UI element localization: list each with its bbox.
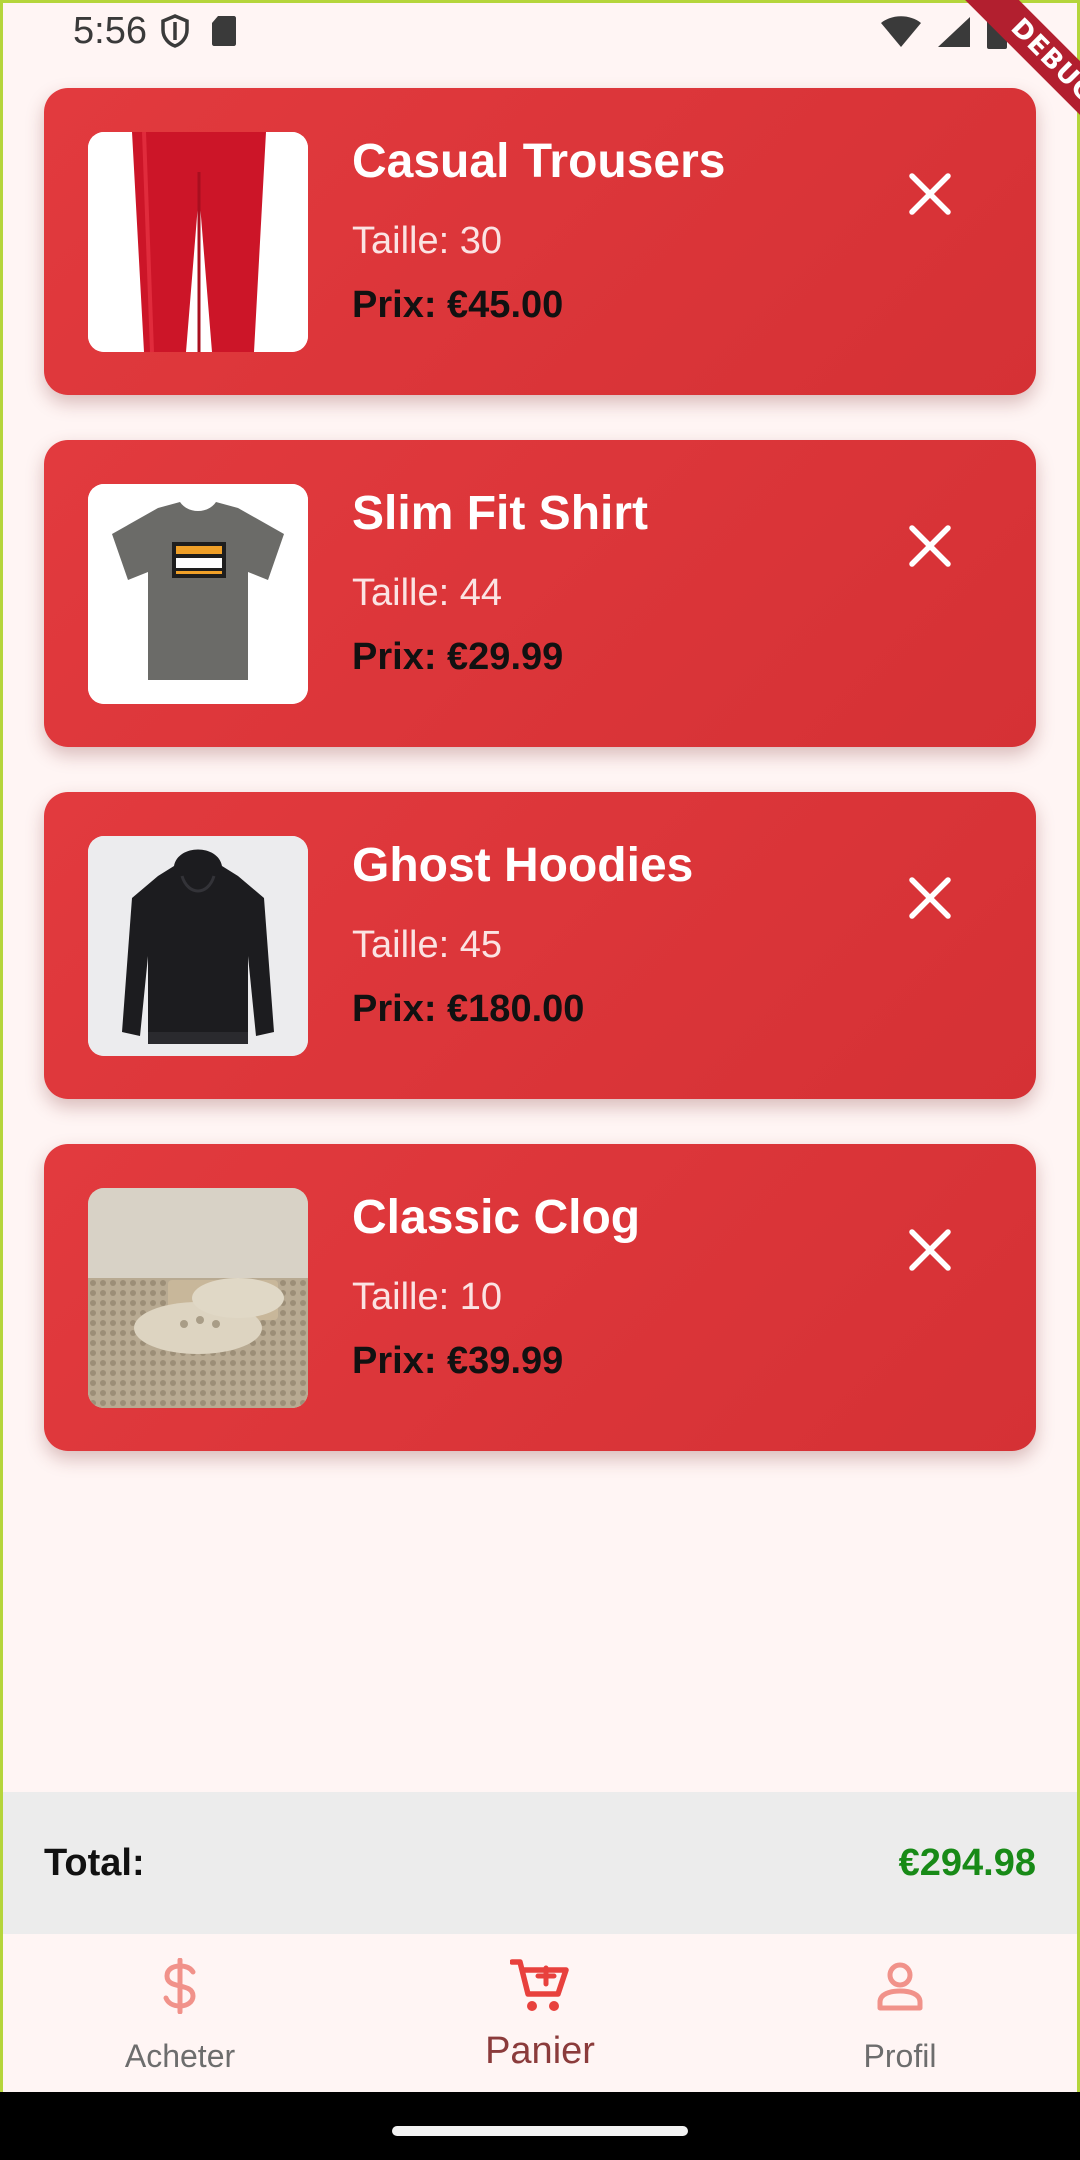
item-size: Taille: 30 <box>352 220 502 262</box>
close-icon <box>909 877 951 919</box>
nav-label-acheter: Acheter <box>124 2038 236 2074</box>
remove-item-button[interactable] <box>894 158 966 230</box>
item-price: Prix: €180.00 <box>352 988 585 1030</box>
status-bar: 5:56 <box>0 0 1080 66</box>
debug-label: DEBUG <box>958 0 1080 156</box>
remove-item-button[interactable] <box>894 1214 966 1286</box>
item-name: Ghost Hoodies <box>352 839 694 892</box>
item-size: Taille: 44 <box>352 572 502 614</box>
home-gesture-handle[interactable] <box>392 2126 688 2136</box>
product-image-shirt <box>88 484 308 704</box>
bottom-navigation: Acheter Panier Profil <box>0 1934 1080 2092</box>
dollar-icon <box>163 1958 196 2014</box>
total-value: €294.98 <box>898 1842 1036 1884</box>
nav-item-acheter[interactable]: Acheter <box>0 1934 360 2092</box>
close-icon <box>909 173 951 215</box>
item-name: Casual Trousers <box>352 135 726 188</box>
close-icon <box>909 1229 951 1271</box>
item-price: Prix: €39.99 <box>352 1340 564 1382</box>
product-image-clog <box>88 1188 308 1408</box>
item-size: Taille: 10 <box>352 1276 502 1318</box>
close-icon <box>909 525 951 567</box>
remove-item-button[interactable] <box>894 862 966 934</box>
debug-banner: DEBUG <box>920 0 1080 160</box>
item-name: Slim Fit Shirt <box>352 487 649 540</box>
item-size: Taille: 45 <box>352 924 502 966</box>
cart-item-card: Ghost Hoodies Taille: 45 Prix: €180.00 <box>44 792 1036 1099</box>
item-name: Classic Clog <box>352 1191 641 1244</box>
nav-item-profil[interactable]: Profil <box>720 1934 1080 2092</box>
system-navigation-bar <box>0 2092 1080 2160</box>
sd-card-icon <box>210 14 238 53</box>
product-image-trousers <box>88 132 308 352</box>
product-image-hoodie <box>88 836 308 1056</box>
cart-item-card: Classic Clog Taille: 10 Prix: €39.99 <box>44 1144 1036 1451</box>
cart-total-bar: Total: €294.98 <box>0 1792 1080 1934</box>
shield-icon <box>160 14 190 53</box>
person-icon <box>877 1962 923 2011</box>
cart-item-card: Slim Fit Shirt Taille: 44 Prix: €29.99 <box>44 440 1036 747</box>
status-time: 5:56 <box>73 10 147 52</box>
nav-item-panier[interactable]: Panier <box>360 1934 720 2092</box>
cart-icon <box>510 1959 569 2011</box>
item-price: Prix: €29.99 <box>352 636 564 678</box>
cart-item-card: Casual Trousers Taille: 30 Prix: €45.00 <box>44 88 1036 395</box>
nav-label-panier: Panier <box>485 2030 595 2072</box>
remove-item-button[interactable] <box>894 510 966 582</box>
total-label: Total: <box>44 1842 145 1884</box>
nav-label-profil: Profil <box>863 2038 937 2074</box>
item-price: Prix: €45.00 <box>352 284 564 326</box>
wifi-icon <box>880 15 922 54</box>
